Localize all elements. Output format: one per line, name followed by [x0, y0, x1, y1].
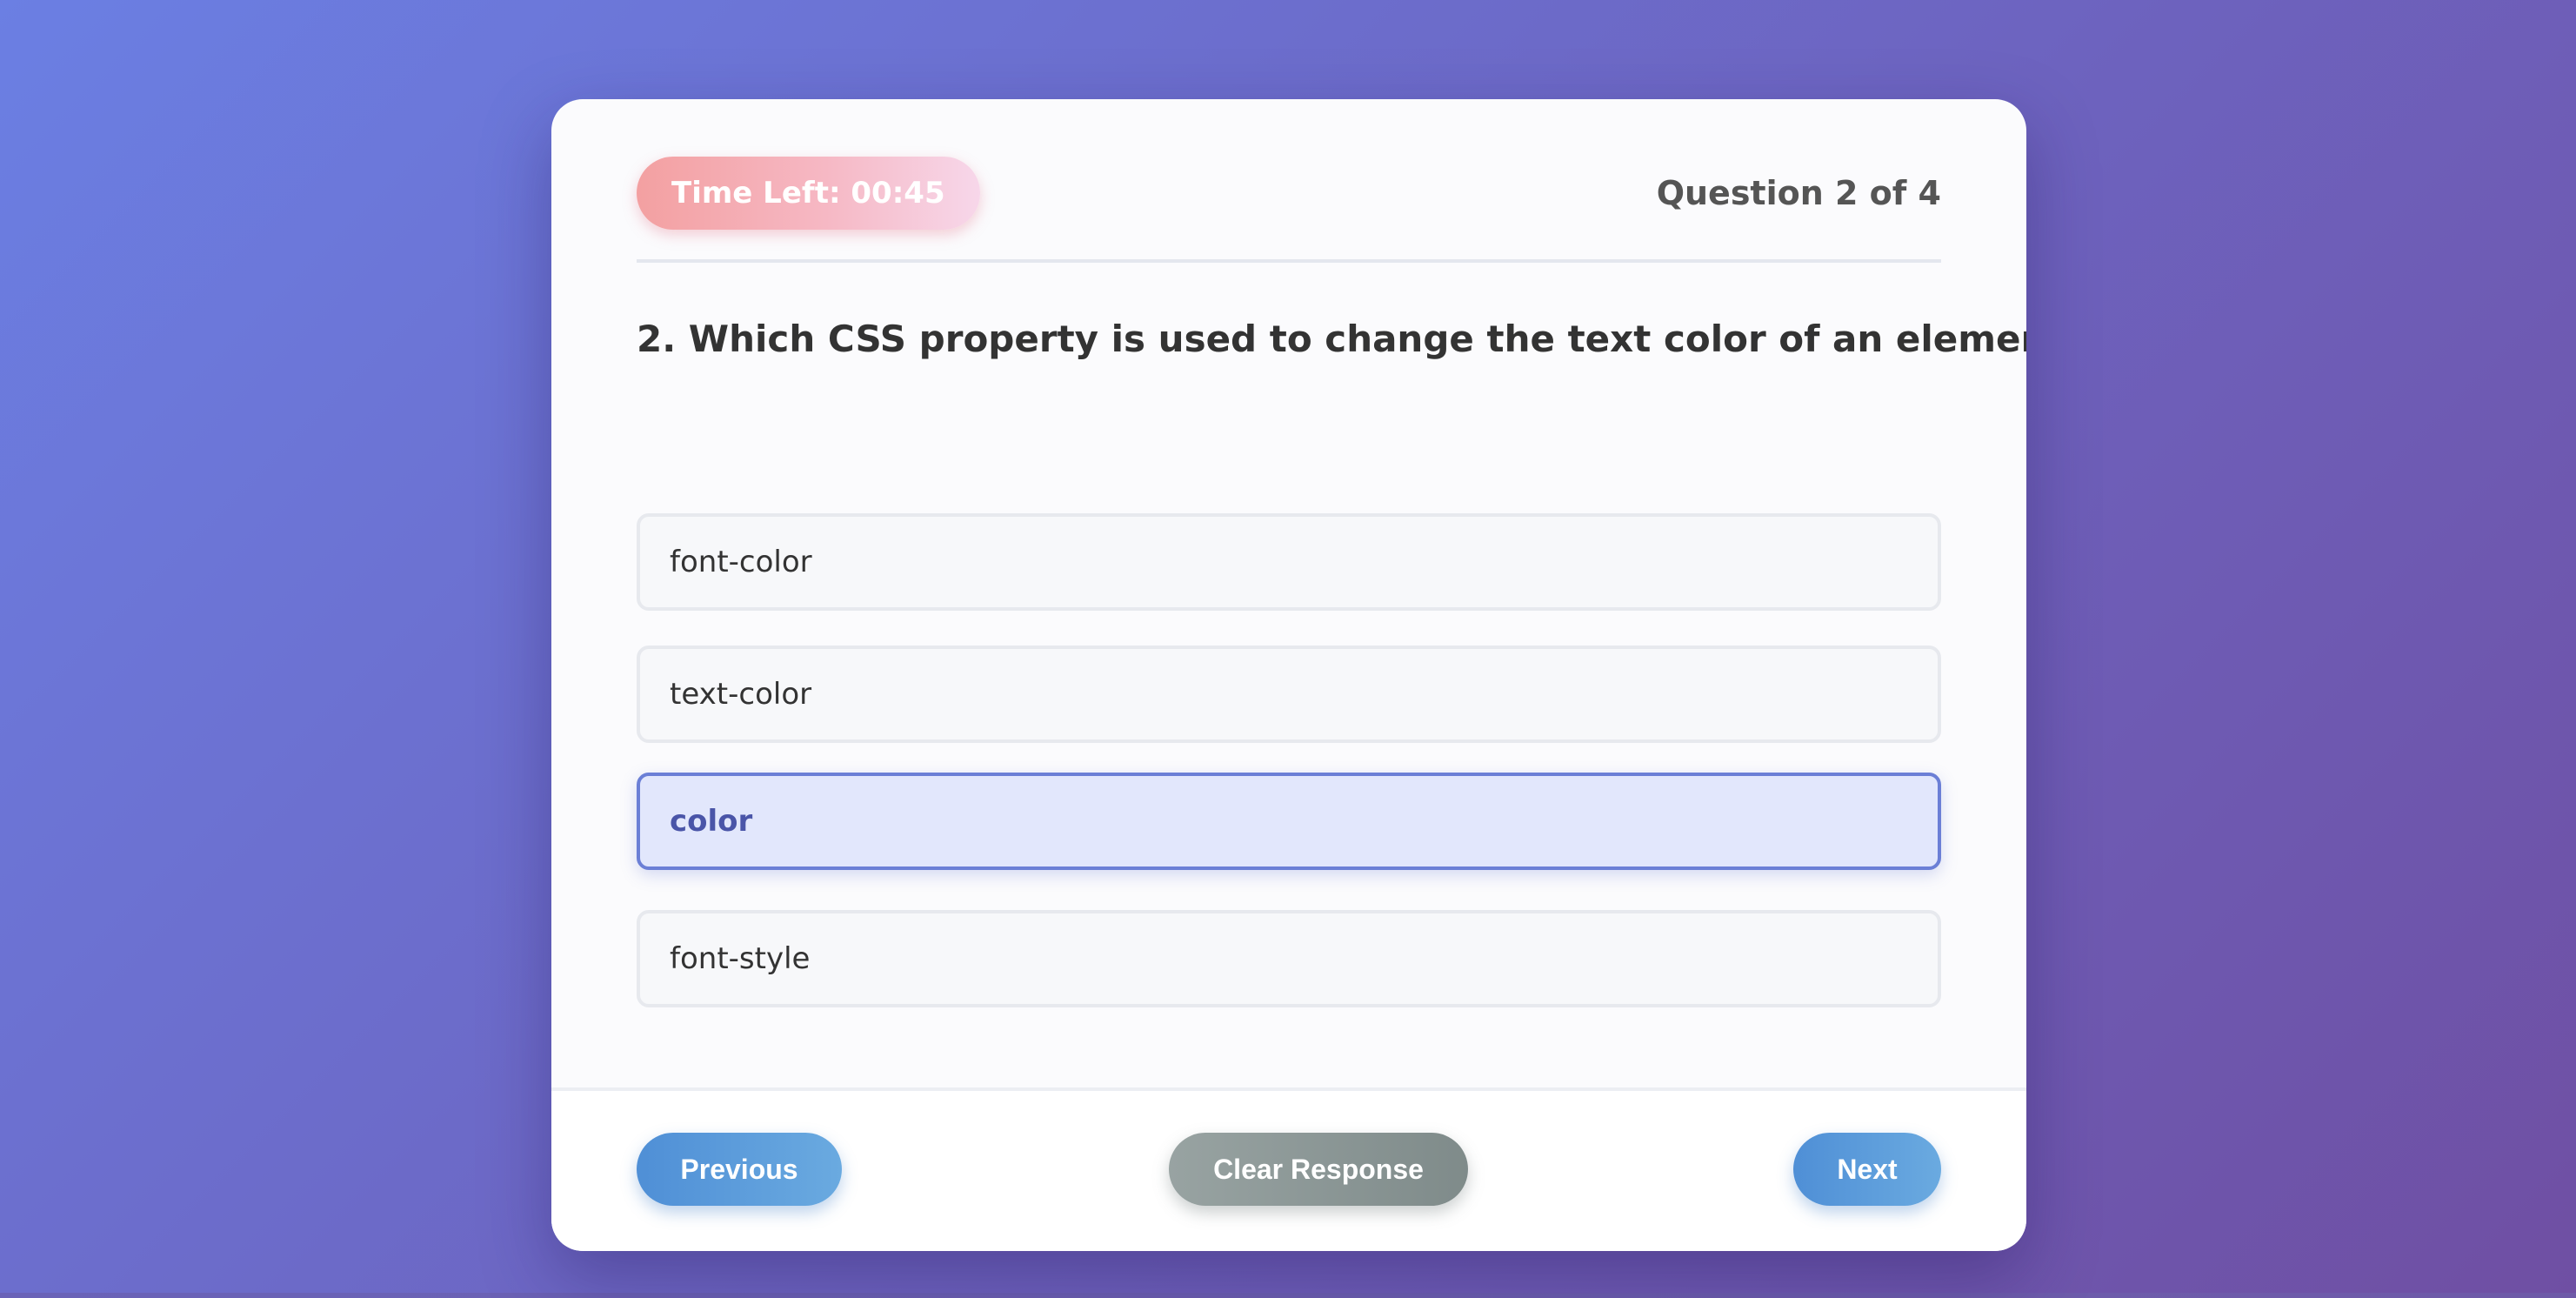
option-color-selected[interactable]: color — [637, 773, 1941, 870]
timer-badge: Time Left: 00:45 — [637, 157, 980, 230]
clear-response-button[interactable]: Clear Response — [1169, 1133, 1468, 1206]
option-font-color[interactable]: font-color — [637, 513, 1941, 611]
quiz-footer: Previous Clear Response Next — [551, 1087, 2026, 1251]
background-bottom-strip — [0, 1293, 2576, 1298]
option-font-style[interactable]: font-style — [637, 910, 1941, 1007]
question-counter: Question 2 of 4 — [1656, 174, 1941, 212]
option-text-color[interactable]: text-color — [637, 646, 1941, 743]
question-text: 2. Which CSS property is used to change … — [637, 318, 2026, 360]
previous-button[interactable]: Previous — [637, 1133, 842, 1206]
quiz-card: Time Left: 00:45 Question 2 of 4 2. Whic… — [551, 99, 2026, 1251]
next-button[interactable]: Next — [1793, 1133, 1941, 1206]
quiz-header: Time Left: 00:45 Question 2 of 4 — [637, 157, 1941, 263]
